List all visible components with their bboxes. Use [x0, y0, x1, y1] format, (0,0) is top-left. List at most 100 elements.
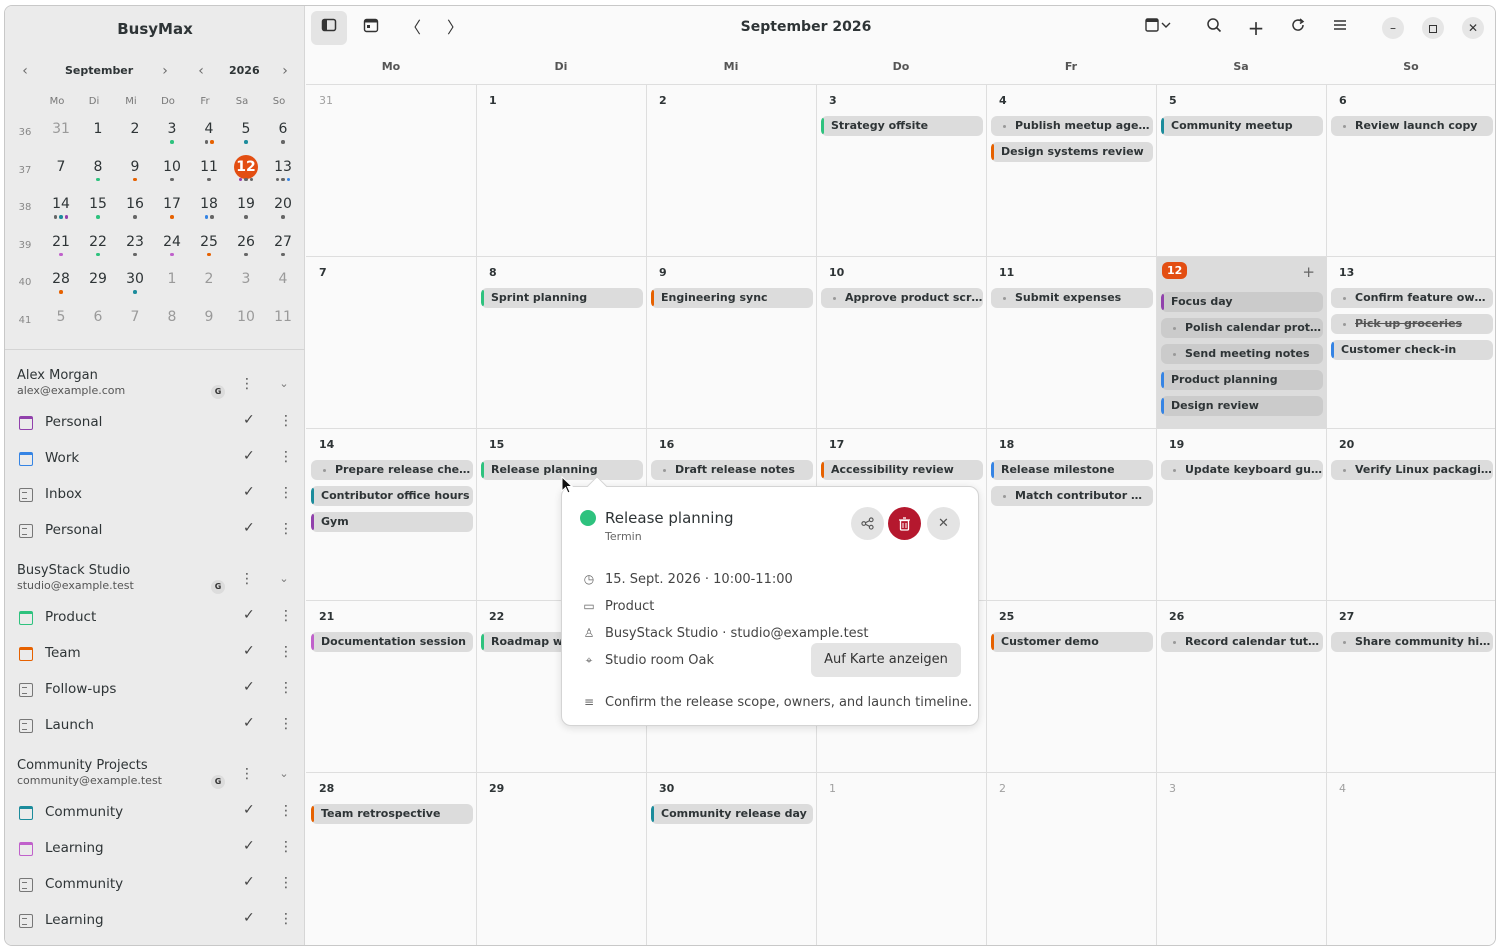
day-cell[interactable]: 7	[307, 257, 477, 429]
day-cell[interactable]: 21 Documentation session	[307, 601, 477, 773]
visibility-checkmark-icon[interactable]: ✓	[243, 520, 255, 536]
mini-day[interactable]: 11	[268, 304, 298, 334]
task-chip[interactable]: Confirm feature owners	[1331, 288, 1493, 308]
visibility-checkmark-icon[interactable]: ✓	[243, 643, 255, 659]
calendar-item[interactable]: Work ✓ ⋮	[17, 444, 297, 474]
mini-day[interactable]: 5	[46, 304, 76, 334]
visibility-checkmark-icon[interactable]: ✓	[243, 715, 255, 731]
maximize-button[interactable]	[1422, 17, 1444, 39]
event-chip[interactable]: Contributor office hours	[311, 486, 473, 506]
day-cell[interactable]: 28 Team retrospective	[307, 773, 477, 945]
close-window-button[interactable]: ✕	[1462, 17, 1484, 39]
day-cell[interactable]: 31	[307, 85, 477, 257]
mini-day[interactable]: 19	[231, 191, 261, 221]
event-chip[interactable]: Sprint planning	[481, 288, 643, 308]
next-year-arrow-icon[interactable]: ›	[275, 61, 295, 81]
calendar-menu-button[interactable]: ⋮	[279, 521, 293, 537]
mini-day[interactable]: 8	[83, 154, 113, 184]
day-cell[interactable]: 1	[477, 85, 647, 257]
mini-day[interactable]: 31	[46, 116, 76, 146]
mini-day[interactable]: 2	[194, 266, 224, 296]
day-cell[interactable]: 19 Update keyboard guide	[1157, 429, 1327, 601]
task-chip[interactable]: Record calendar tutor...	[1161, 632, 1323, 652]
minimize-button[interactable]: –	[1382, 17, 1404, 39]
mini-day[interactable]: 29	[83, 266, 113, 296]
mini-day[interactable]: 14	[46, 191, 76, 221]
task-chip[interactable]: Polish calendar protot...	[1161, 318, 1323, 338]
day-cell[interactable]: 25 Customer demo	[987, 601, 1157, 773]
task-chip[interactable]: Send meeting notes	[1161, 344, 1323, 364]
task-chip[interactable]: Share community hig...	[1331, 632, 1493, 652]
day-cell[interactable]: 26 Record calendar tutor...	[1157, 601, 1327, 773]
mini-day[interactable]: 22	[83, 229, 113, 259]
event-chip[interactable]: Gym	[311, 512, 473, 532]
account-menu-button[interactable]: ⋮	[240, 570, 254, 588]
mini-day[interactable]: 13	[268, 154, 298, 184]
mini-day[interactable]: 16	[120, 191, 150, 221]
mini-day[interactable]: 3	[231, 266, 261, 296]
day-cell[interactable]: 29	[477, 773, 647, 945]
mini-day[interactable]: 25	[194, 229, 224, 259]
day-cell[interactable]: 30 Community release day	[647, 773, 817, 945]
calendar-item[interactable]: Personal ✓ ⋮	[17, 408, 297, 438]
calendar-menu-button[interactable]: ⋮	[279, 803, 293, 819]
event-chip[interactable]: Customer demo	[991, 632, 1153, 652]
task-chip[interactable]: Publish meetup agenda	[991, 116, 1153, 136]
day-cell-today[interactable]: 12 + Focus day Polish calendar protot... Sen…	[1157, 257, 1327, 429]
task-chip[interactable]: Submit expenses	[991, 288, 1153, 308]
calendar-item[interactable]: Learning ✓ ⋮	[17, 906, 297, 936]
collapse-chevron-icon[interactable]: ⌄	[276, 376, 292, 392]
task-chip[interactable]: Draft release notes	[651, 460, 813, 480]
visibility-checkmark-icon[interactable]: ✓	[243, 838, 255, 854]
calendar-item[interactable]: Learning ✓ ⋮	[17, 834, 297, 864]
visibility-checkmark-icon[interactable]: ✓	[243, 412, 255, 428]
event-chip[interactable]: Community meetup	[1161, 116, 1323, 136]
day-cell[interactable]: 8 Sprint planning	[477, 257, 647, 429]
day-cell[interactable]: 6 Review launch copy	[1327, 85, 1495, 257]
visibility-checkmark-icon[interactable]: ✓	[243, 802, 255, 818]
event-chip[interactable]: Community release day	[651, 804, 813, 824]
visibility-checkmark-icon[interactable]: ✓	[243, 484, 255, 500]
day-cell[interactable]: 3	[1157, 773, 1327, 945]
main-menu-button[interactable]	[1322, 11, 1358, 45]
mini-day[interactable]: 30	[120, 266, 150, 296]
mini-day[interactable]: 1	[157, 266, 187, 296]
collapse-chevron-icon[interactable]: ⌄	[276, 571, 292, 587]
calendar-item[interactable]: Community ✓ ⋮	[17, 870, 297, 900]
mini-day[interactable]: 9	[194, 304, 224, 334]
mini-day[interactable]: 15	[83, 191, 113, 221]
collapse-chevron-icon[interactable]: ⌄	[276, 766, 292, 782]
share-button[interactable]	[851, 507, 884, 540]
calendar-item[interactable]: Personal ✓ ⋮	[17, 516, 297, 546]
calendar-item[interactable]: Follow-ups ✓ ⋮	[17, 675, 297, 705]
visibility-checkmark-icon[interactable]: ✓	[243, 448, 255, 464]
event-chip[interactable]: Product planning	[1161, 370, 1323, 390]
visibility-checkmark-icon[interactable]: ✓	[243, 679, 255, 695]
mini-day[interactable]: 20	[268, 191, 298, 221]
prev-month-arrow-icon[interactable]: ‹	[15, 61, 35, 81]
day-cell[interactable]: 5 Community meetup	[1157, 85, 1327, 257]
event-chip[interactable]: Design review	[1161, 396, 1323, 416]
mini-day[interactable]: 28	[46, 266, 76, 296]
mini-day[interactable]: 2	[120, 116, 150, 146]
calendar-item[interactable]: Product ✓ ⋮	[17, 603, 297, 633]
calendar-menu-button[interactable]: ⋮	[279, 911, 293, 927]
day-cell[interactable]: 13 Confirm feature owners Pick up grocerie…	[1327, 257, 1495, 429]
mini-day[interactable]: 24	[157, 229, 187, 259]
mini-day[interactable]: 6	[268, 116, 298, 146]
calendar-menu-button[interactable]: ⋮	[279, 608, 293, 624]
calendar-menu-button[interactable]: ⋮	[279, 716, 293, 732]
close-popover-button[interactable]: ✕	[927, 507, 960, 540]
calendar-menu-button[interactable]: ⋮	[279, 680, 293, 696]
search-button[interactable]	[1196, 11, 1232, 45]
day-cell[interactable]: 20 Verify Linux packaging	[1327, 429, 1495, 601]
task-chip[interactable]: Match contributor me...	[991, 486, 1153, 506]
delete-button[interactable]	[888, 507, 921, 540]
mini-day[interactable]: 27	[268, 229, 298, 259]
day-cell[interactable]: 14 Prepare release check... Contributor of…	[307, 429, 477, 601]
day-cell[interactable]: 2	[647, 85, 817, 257]
event-chip[interactable]: Accessibility review	[821, 460, 983, 480]
mini-day[interactable]: 10	[157, 154, 187, 184]
calendar-item[interactable]: Inbox ✓ ⋮	[17, 480, 297, 510]
prev-year-arrow-icon[interactable]: ‹	[191, 61, 211, 81]
